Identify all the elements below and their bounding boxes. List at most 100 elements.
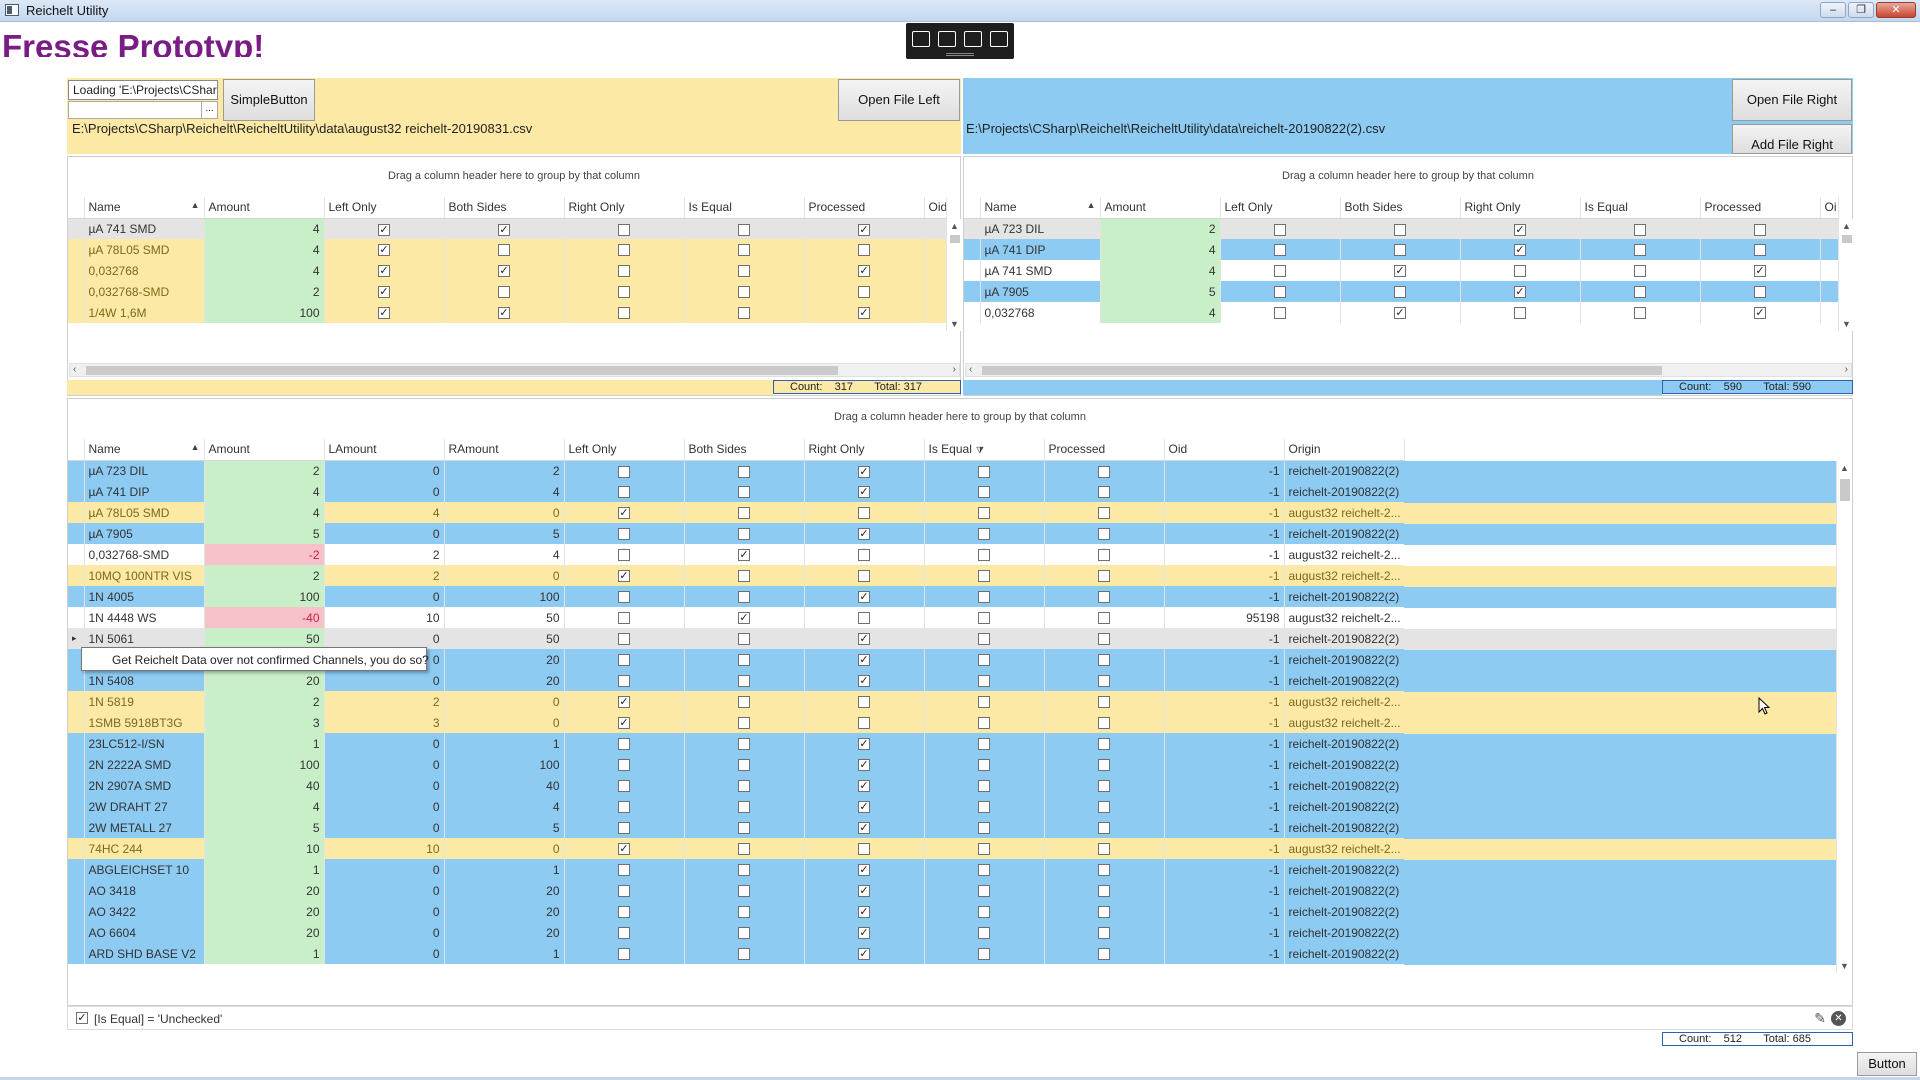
- both-sides-checkbox[interactable]: ✓: [498, 265, 510, 278]
- table-row[interactable]: µA 741 SMD 4 ✓ ✓: [964, 260, 1839, 281]
- table-row[interactable]: 2N 2222A SMD 100 0 100 ✓ -1 reichelt-20190822(…: [68, 754, 1405, 775]
- processed-checkbox[interactable]: [858, 286, 870, 299]
- simple-button[interactable]: SimpleButton: [223, 79, 315, 121]
- table-row[interactable]: ABGLEICHSET 10 1 0 1 ✓ -1 reichelt-20190822(2): [68, 859, 1405, 880]
- column-header-oid[interactable]: Oid: [1164, 439, 1285, 461]
- is-equal-checkbox[interactable]: [1634, 265, 1646, 278]
- right-only-checkbox[interactable]: ✓: [858, 654, 870, 667]
- row-indicator[interactable]: [68, 239, 85, 260]
- processed-checkbox[interactable]: [1098, 717, 1110, 730]
- is-equal-checkbox[interactable]: [978, 612, 990, 625]
- processed-checkbox[interactable]: [1098, 549, 1110, 562]
- left-only-checkbox[interactable]: [1274, 286, 1286, 299]
- both-sides-checkbox[interactable]: [738, 633, 750, 646]
- open-file-left-button[interactable]: Open File Left: [838, 79, 960, 121]
- left-only-checkbox[interactable]: [618, 822, 630, 835]
- column-header-origin[interactable]: Origin: [1284, 439, 1405, 461]
- both-sides-checkbox[interactable]: [738, 801, 750, 814]
- both-sides-checkbox[interactable]: ✓: [738, 549, 750, 562]
- both-sides-checkbox[interactable]: [738, 696, 750, 709]
- row-indicator[interactable]: [68, 523, 85, 544]
- table-row[interactable]: µA 723 DIL 2 ✓: [964, 218, 1839, 239]
- table-row[interactable]: 1SMB 5918BT3G 3 3 0 ✓ -1 august32 reichelt-2..…: [68, 712, 1405, 733]
- column-header-name[interactable]: Name ▲: [84, 439, 205, 461]
- row-indicator[interactable]: [68, 754, 85, 775]
- left-only-checkbox[interactable]: [1274, 223, 1286, 236]
- bottom-button[interactable]: Button: [1857, 1052, 1917, 1076]
- processed-checkbox[interactable]: [1098, 654, 1110, 667]
- processed-checkbox[interactable]: [1098, 822, 1110, 835]
- left-only-checkbox[interactable]: [618, 465, 630, 478]
- right-only-checkbox[interactable]: [858, 696, 870, 709]
- both-sides-checkbox[interactable]: [738, 843, 750, 856]
- select-element-icon[interactable]: [912, 31, 930, 47]
- table-row[interactable]: 23LC512-I/SN 1 0 1 ✓ -1 reichelt-20190822(2): [68, 733, 1405, 754]
- column-header-processed[interactable]: Processed: [1700, 197, 1821, 219]
- table-row[interactable]: 1N 5408 20 0 20 ✓ -1 reichelt-20190822(2): [68, 670, 1405, 691]
- both-sides-checkbox[interactable]: [1394, 223, 1406, 236]
- left-only-checkbox[interactable]: ✓: [378, 244, 390, 257]
- is-equal-checkbox[interactable]: [738, 286, 750, 299]
- table-row[interactable]: 0,032768-SMD -2 2 4 ✓ -1 august32 reichelt-2..…: [68, 544, 1405, 565]
- is-equal-checkbox[interactable]: [978, 822, 990, 835]
- processed-checkbox[interactable]: ✓: [1754, 265, 1766, 278]
- row-indicator[interactable]: [68, 775, 85, 796]
- processed-checkbox[interactable]: [1098, 927, 1110, 940]
- right-only-checkbox[interactable]: [618, 244, 630, 257]
- table-row[interactable]: µA 78L05 SMD 4 4 0 ✓ -1 august32 reichelt-2...: [68, 502, 1405, 523]
- left-only-checkbox[interactable]: [618, 948, 630, 961]
- processed-checkbox[interactable]: [1098, 843, 1110, 856]
- is-equal-checkbox[interactable]: [978, 696, 990, 709]
- right-only-checkbox[interactable]: ✓: [858, 486, 870, 499]
- left-only-checkbox[interactable]: [618, 885, 630, 898]
- column-header-processed[interactable]: Processed: [804, 197, 925, 219]
- row-indicator[interactable]: [68, 302, 85, 323]
- right-only-checkbox[interactable]: [618, 223, 630, 236]
- both-sides-checkbox[interactable]: [738, 864, 750, 877]
- right-only-checkbox[interactable]: [618, 265, 630, 278]
- column-header-amount[interactable]: Amount: [1100, 197, 1221, 219]
- is-equal-checkbox[interactable]: [978, 864, 990, 877]
- is-equal-checkbox[interactable]: [738, 223, 750, 236]
- row-indicator[interactable]: [68, 565, 85, 586]
- left-only-checkbox[interactable]: [618, 864, 630, 877]
- processed-checkbox[interactable]: [1098, 486, 1110, 499]
- table-row[interactable]: ▸ 1N 5061 50 0 50 ✓ -1 reichelt-20190822(2): [68, 628, 1405, 649]
- left-only-checkbox[interactable]: [618, 528, 630, 541]
- right-only-checkbox[interactable]: ✓: [858, 591, 870, 604]
- column-header-amount[interactable]: Amount: [204, 439, 325, 461]
- is-equal-checkbox[interactable]: [978, 717, 990, 730]
- left-only-checkbox[interactable]: ✓: [378, 223, 390, 236]
- right-only-checkbox[interactable]: ✓: [858, 906, 870, 919]
- column-header-is-equal[interactable]: Is Equal: [1580, 197, 1701, 219]
- column-header-right-only[interactable]: Right Only: [1460, 197, 1581, 219]
- frame-icon[interactable]: [964, 31, 982, 47]
- row-indicator[interactable]: [68, 481, 85, 502]
- column-header-left-only[interactable]: Left Only: [324, 197, 445, 219]
- both-sides-checkbox[interactable]: [738, 738, 750, 751]
- column-header-both-sides[interactable]: Both Sides: [684, 439, 805, 461]
- is-equal-checkbox[interactable]: [1634, 244, 1646, 257]
- table-row[interactable]: 1N 4448 WS -40 10 50 ✓ 95198 august32 reichelt…: [68, 607, 1405, 628]
- edit-filter-icon[interactable]: ✎: [1814, 1010, 1826, 1027]
- is-equal-checkbox[interactable]: [738, 244, 750, 257]
- processed-checkbox[interactable]: [1098, 906, 1110, 919]
- column-header-right-only[interactable]: Right Only: [804, 439, 925, 461]
- right-only-checkbox[interactable]: ✓: [858, 738, 870, 751]
- row-indicator[interactable]: [68, 859, 85, 880]
- both-sides-checkbox[interactable]: [738, 927, 750, 940]
- processed-checkbox[interactable]: [1098, 612, 1110, 625]
- right-only-checkbox[interactable]: [1514, 307, 1526, 320]
- column-header-left-only[interactable]: Left Only: [564, 439, 685, 461]
- table-row[interactable]: µA 741 DIP 4 0 4 ✓ -1 reichelt-20190822(2): [68, 481, 1405, 502]
- both-sides-checkbox[interactable]: [498, 244, 510, 257]
- processed-checkbox[interactable]: [1098, 570, 1110, 583]
- column-header-lamount[interactable]: LAmount: [324, 439, 445, 461]
- left-only-checkbox[interactable]: [618, 549, 630, 562]
- processed-checkbox[interactable]: [1098, 780, 1110, 793]
- row-indicator[interactable]: [68, 586, 85, 607]
- close-button[interactable]: ✕: [1876, 2, 1916, 18]
- both-sides-checkbox[interactable]: [738, 570, 750, 583]
- row-indicator[interactable]: [68, 460, 85, 481]
- loading-field[interactable]: Loading 'E:\Projects\CSharp: [68, 80, 218, 100]
